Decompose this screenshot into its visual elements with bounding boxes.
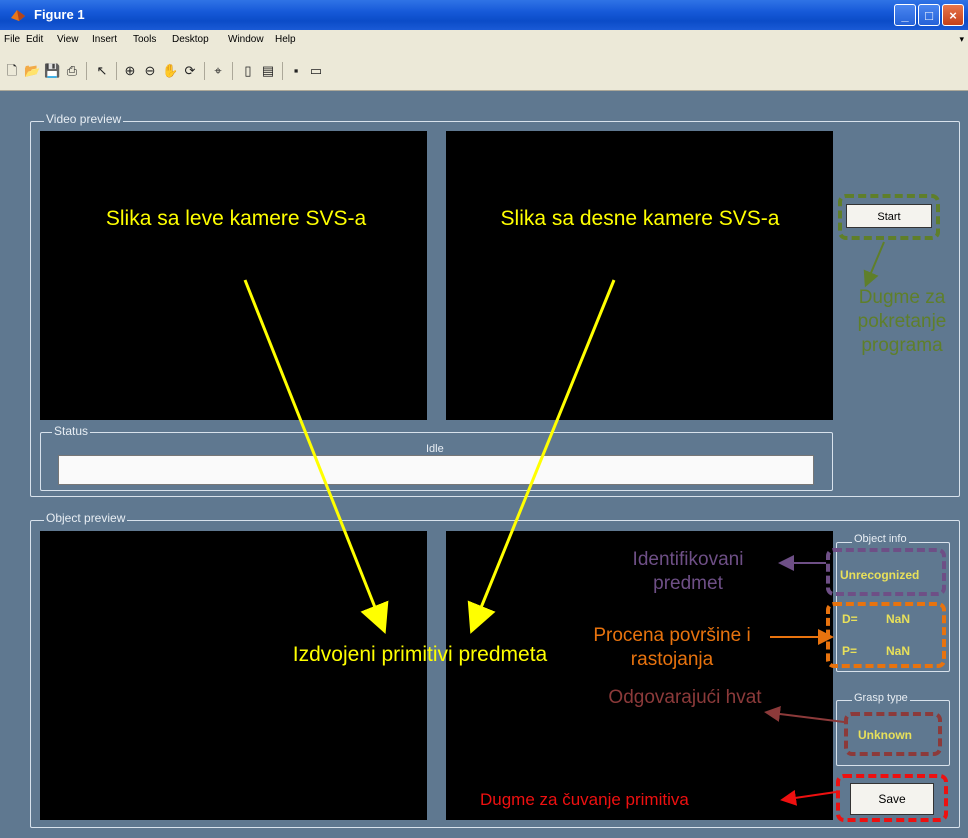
- area-distance-annotation: Procena površine i rastojanja: [593, 625, 751, 670]
- left-camera-annotation: Slika sa leve kamere SVS-a: [105, 207, 367, 230]
- grasp-annotation: Odgovarajući hvat: [608, 687, 762, 708]
- start-annotation: Dugme za pokretanje programa: [857, 287, 947, 356]
- primitives-annotation: Izdvojeni primitivi predmeta: [292, 643, 548, 666]
- save-annotation: Dugme za čuvanje primitiva: [480, 790, 689, 809]
- annotation-arrows: [243, 241, 885, 806]
- identified-object-annotation: Identifikovani predmet: [632, 549, 744, 594]
- right-camera-annotation: Slika sa desne kamere SVS-a: [500, 207, 780, 230]
